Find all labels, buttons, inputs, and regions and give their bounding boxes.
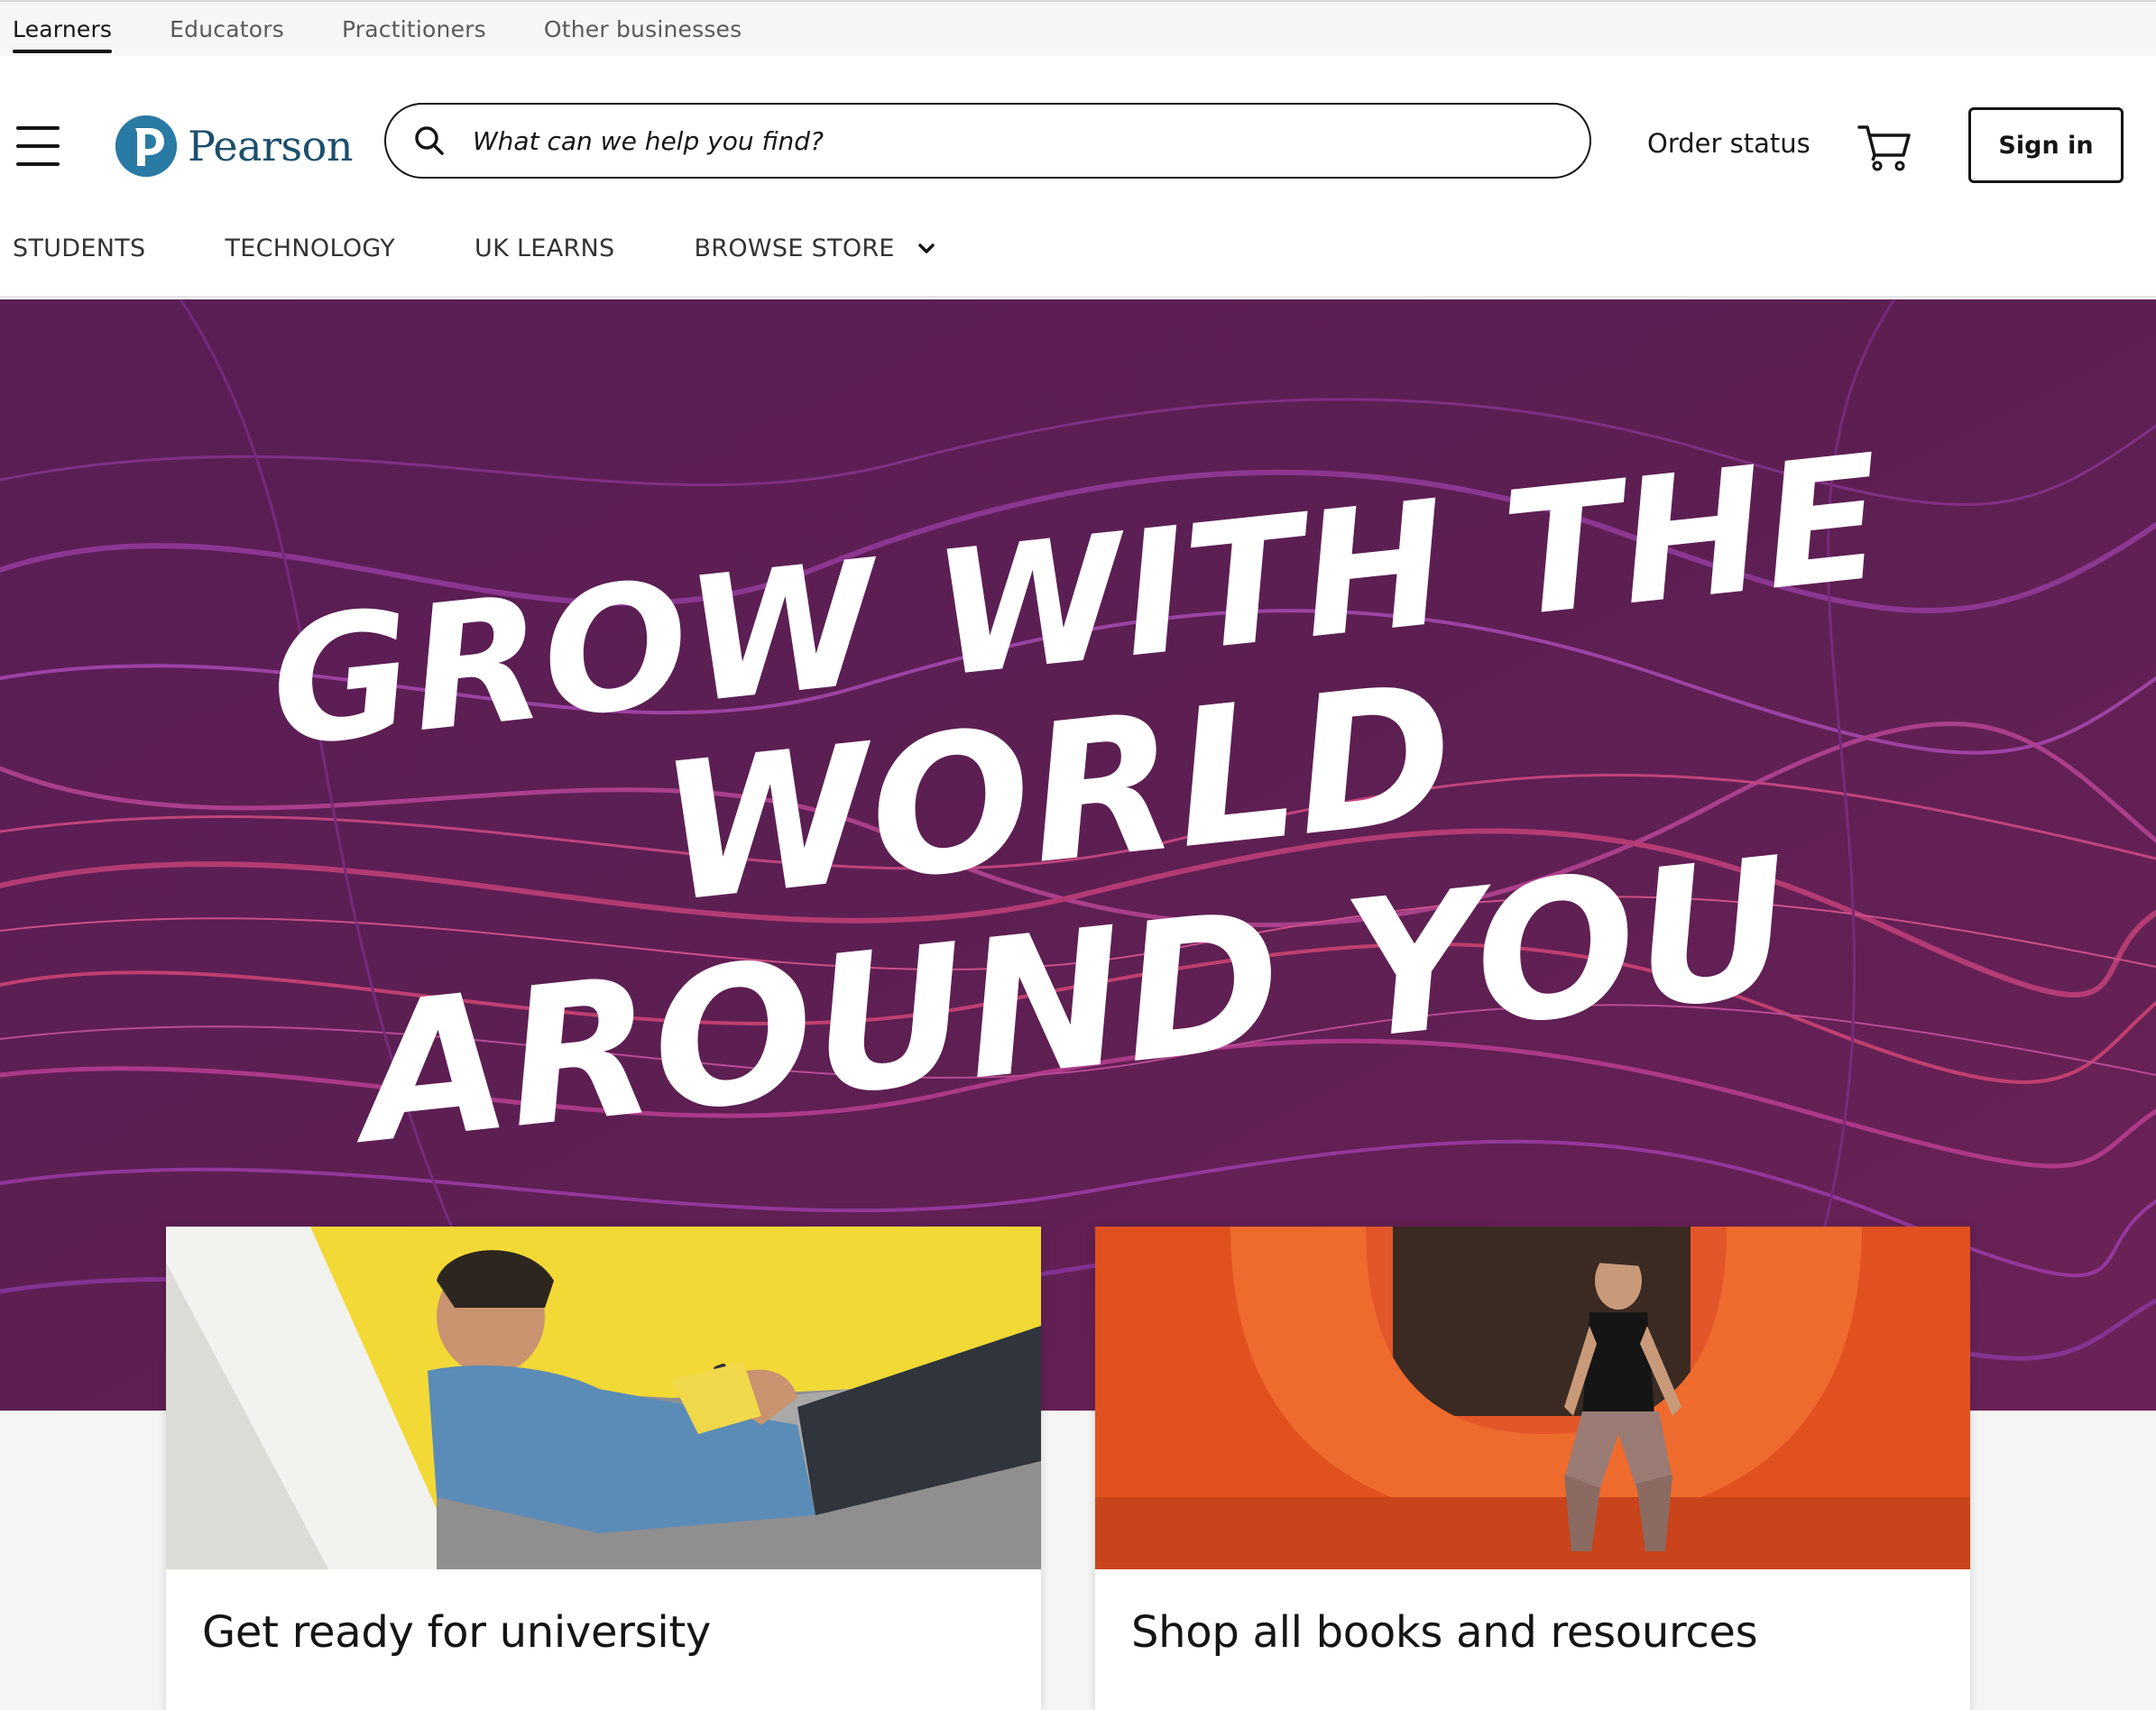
pearson-logo-icon [115, 115, 177, 177]
search-input[interactable] [473, 125, 1465, 156]
nav-item-students[interactable]: STUDENTS [13, 234, 145, 262]
sign-in-button[interactable]: Sign in [1968, 107, 2124, 183]
main-nav: STUDENTS TECHNOLOGY UK LEARNS BROWSE STO… [13, 234, 1016, 262]
search-icon[interactable] [413, 124, 446, 157]
search-bar[interactable] [384, 103, 1591, 179]
audience-tab-other-businesses[interactable]: Other businesses [544, 1, 742, 57]
logo-wordmark: Pearson [188, 122, 353, 170]
nav-item-label: STUDENTS [13, 234, 146, 262]
card-image-student-on-sofa [166, 1227, 1041, 1569]
audience-tab-practitioners[interactable]: Practitioners [342, 1, 486, 57]
audience-tab-educators[interactable]: Educators [170, 1, 284, 57]
order-status-link[interactable]: Order status [1647, 128, 1810, 159]
card-title: Shop all books and resources [1131, 1607, 1758, 1658]
card-image-woman-in-orange-ring [1095, 1227, 1970, 1569]
site-header: Pearson Order status Sign in STUDENTS TE… [0, 56, 2156, 298]
cart-icon[interactable] [1857, 123, 1912, 171]
audience-bar: Learners Educators Practitioners Other b… [0, 0, 2156, 56]
hamburger-menu-icon[interactable] [16, 126, 60, 166]
card-shop-all-books-and-resources[interactable]: Shop all books and resources [1095, 1227, 1970, 1710]
chevron-down-icon [918, 243, 935, 253]
nav-item-label: BROWSE STORE [694, 234, 895, 262]
nav-item-technology[interactable]: TECHNOLOGY [225, 234, 395, 262]
card-get-ready-for-university[interactable]: Get ready for university [166, 1227, 1041, 1710]
nav-item-browse-store[interactable]: BROWSE STORE [694, 234, 935, 262]
nav-item-uk-learns[interactable]: UK LEARNS [475, 234, 614, 262]
nav-item-label: UK LEARNS [475, 234, 615, 262]
pearson-logo[interactable]: Pearson [115, 112, 353, 180]
nav-item-label: TECHNOLOGY [225, 234, 396, 262]
card-title: Get ready for university [202, 1607, 712, 1658]
audience-tab-learners[interactable]: Learners [13, 1, 113, 57]
